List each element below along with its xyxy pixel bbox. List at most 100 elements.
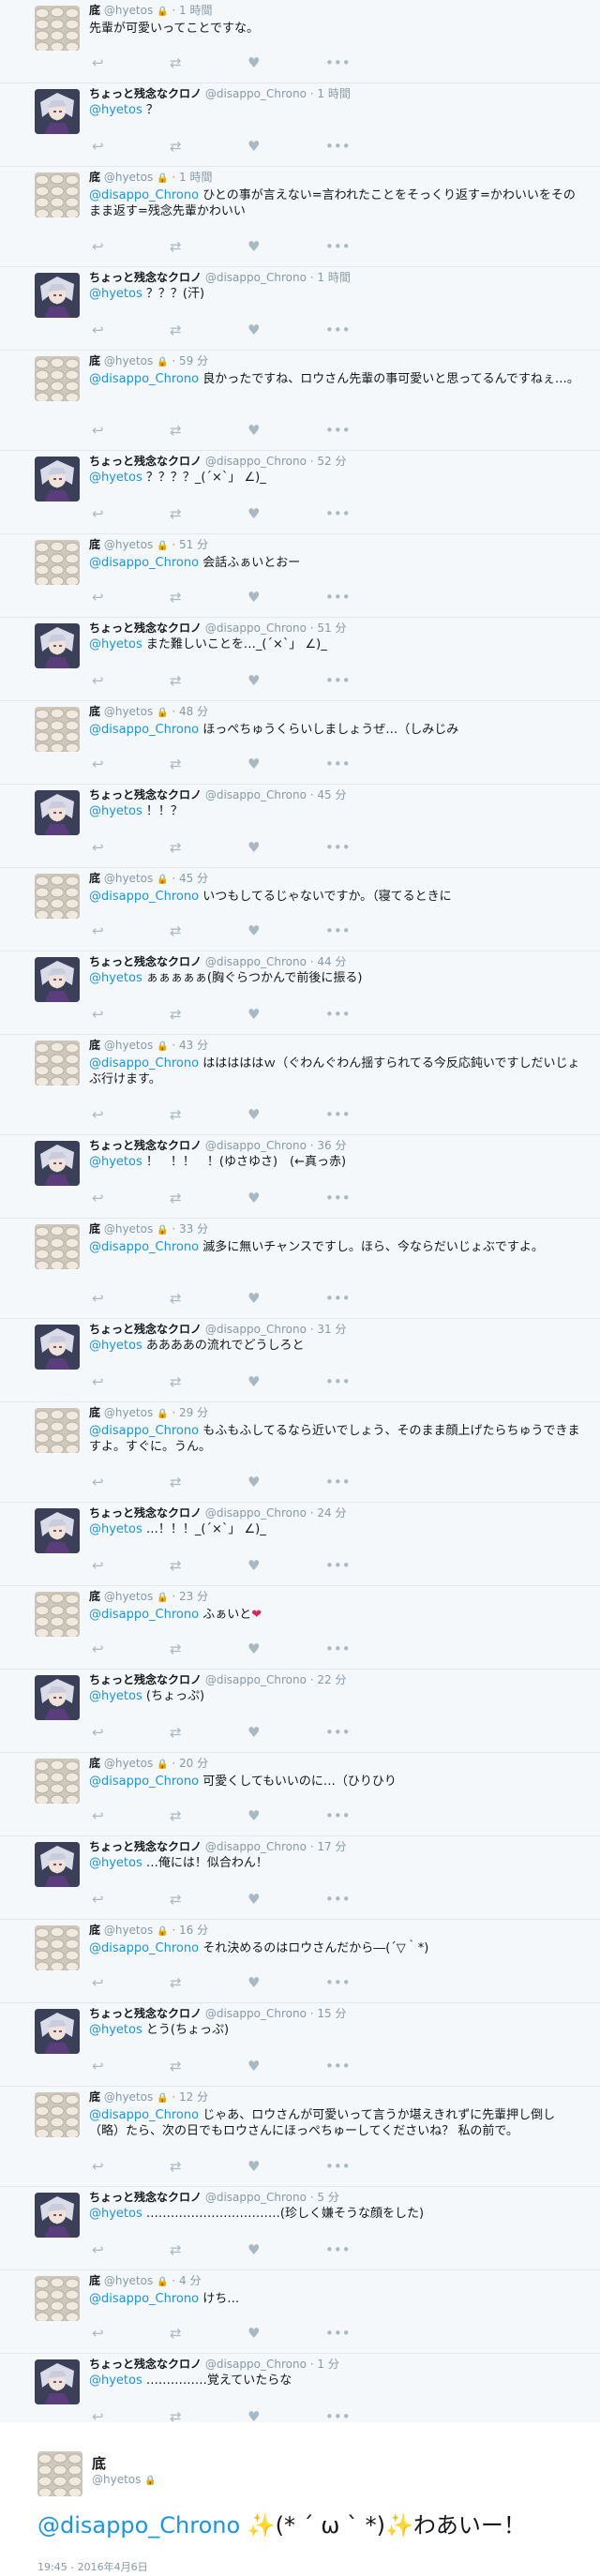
avatar[interactable] — [35, 172, 80, 217]
avatar[interactable] — [35, 6, 80, 51]
avatar[interactable] — [35, 2009, 80, 2054]
author-handle[interactable]: @disappo_Chrono — [205, 2191, 307, 2204]
avatar[interactable] — [35, 874, 80, 919]
author-name[interactable]: 底 — [89, 171, 100, 184]
more-icon[interactable]: ••• — [325, 505, 403, 522]
tweet-time[interactable]: 52 分 — [317, 455, 346, 468]
author-name[interactable]: ちょっと残念なクロノ — [89, 1139, 202, 1152]
tweet-time[interactable]: 1 時間 — [179, 171, 212, 184]
mention-link[interactable]: @hyetos — [89, 103, 142, 117]
retweet-icon[interactable]: ⇄ — [170, 839, 248, 856]
mention-link[interactable]: @hyetos — [89, 1522, 142, 1536]
more-icon[interactable]: ••• — [325, 1190, 403, 1206]
author-handle[interactable]: @disappo_Chrono — [205, 1673, 307, 1686]
tweet-timestamp[interactable]: 19:45 - 2016年4月6日 — [38, 2559, 148, 2574]
tweet-row[interactable]: ちょっと残念なクロノ @disappo_Chrono · 5 分 @hyetos … — [0, 2187, 600, 2270]
author-handle[interactable]: @hyetos — [104, 2274, 153, 2287]
author-name[interactable]: ちょっと残念なクロノ — [89, 2007, 202, 2020]
tweet-row[interactable]: 底 @hyetos 🔒 · 48 分 @disappo_Chrono ほっぺちゅう… — [0, 701, 600, 785]
reply-icon[interactable]: ↩ — [92, 1891, 170, 1908]
avatar[interactable] — [35, 790, 80, 835]
heart-icon[interactable]: ♥ — [248, 1290, 325, 1307]
author-handle[interactable]: @hyetos — [104, 705, 153, 718]
reply-icon[interactable]: ↩ — [92, 2241, 170, 2258]
retweet-icon[interactable]: ⇄ — [170, 1974, 248, 1991]
more-icon[interactable]: ••• — [325, 138, 403, 155]
retweet-icon[interactable]: ⇄ — [170, 1006, 248, 1023]
more-icon[interactable]: ••• — [325, 1891, 403, 1908]
avatar[interactable] — [35, 356, 80, 401]
more-icon[interactable]: ••• — [325, 1373, 403, 1390]
tweet-time[interactable]: 36 分 — [317, 1139, 346, 1152]
avatar[interactable] — [35, 1325, 80, 1370]
retweet-icon[interactable]: ⇄ — [170, 422, 248, 439]
author-name[interactable]: ちょっと残念なクロノ — [89, 1673, 202, 1686]
heart-icon[interactable]: ♥ — [248, 1373, 325, 1390]
author-handle[interactable]: @disappo_Chrono — [205, 271, 307, 284]
reply-icon[interactable]: ↩ — [92, 1373, 170, 1390]
avatar[interactable] — [35, 2092, 80, 2137]
retweet-icon[interactable]: ⇄ — [170, 138, 248, 155]
tweet-time[interactable]: 48 分 — [179, 705, 208, 718]
tweet-row[interactable]: ちょっと残念なクロノ @disappo_Chrono · 22 分 @hyetos… — [0, 1670, 600, 1753]
tweet-row[interactable]: 底 @hyetos 🔒 · 20 分 @disappo_Chrono 可愛くしても… — [0, 1753, 600, 1836]
more-icon[interactable]: ••• — [325, 756, 403, 772]
tweet-time[interactable]: 59 分 — [179, 354, 208, 367]
author-name[interactable]: ちょっと残念なクロノ — [89, 955, 202, 968]
tweet-time[interactable]: 23 分 — [179, 1590, 208, 1603]
heart-icon[interactable]: ♥ — [248, 2325, 325, 2342]
tweet-time[interactable]: 1 時間 — [179, 4, 212, 17]
author-name[interactable]: 底 — [89, 354, 100, 367]
tweet-row[interactable]: 底 @hyetos 🔒 · 59 分 @disappo_Chrono 良かったです… — [0, 351, 600, 451]
author-handle[interactable]: @hyetos — [92, 2473, 141, 2486]
tweet-time[interactable]: 31 分 — [317, 1323, 346, 1336]
avatar[interactable] — [35, 1041, 80, 1086]
tweet-time[interactable]: 12 分 — [179, 2090, 208, 2104]
reply-icon[interactable]: ↩ — [92, 2325, 170, 2342]
tweet-row[interactable]: ちょっと残念なクロノ @disappo_Chrono · 31 分 @hyetos… — [0, 1319, 600, 1402]
reply-icon[interactable]: ↩ — [92, 922, 170, 939]
heart-icon[interactable]: ♥ — [248, 1106, 325, 1123]
retweet-icon[interactable]: ⇄ — [170, 1106, 248, 1123]
heart-icon[interactable]: ♥ — [248, 2241, 325, 2258]
more-icon[interactable]: ••• — [325, 322, 403, 338]
avatar[interactable] — [35, 89, 80, 134]
author-name[interactable]: ちょっと残念なクロノ — [89, 622, 202, 635]
heart-icon[interactable]: ♥ — [248, 238, 325, 255]
tweet-time[interactable]: 51 分 — [179, 538, 208, 551]
reply-icon[interactable]: ↩ — [92, 322, 170, 338]
author-name[interactable]: ちょっと残念なクロノ — [89, 1323, 202, 1336]
tweet-time[interactable]: 16 分 — [179, 1924, 208, 1937]
more-icon[interactable]: ••• — [325, 1557, 403, 1574]
reply-icon[interactable]: ↩ — [92, 1474, 170, 1490]
tweet-row[interactable]: 底 @hyetos 🔒 · 12 分 @disappo_Chrono じゃあ、ロウ… — [0, 2087, 600, 2187]
retweet-icon[interactable]: ⇄ — [170, 1474, 248, 1490]
author-name[interactable]: ちょっと残念なクロノ — [89, 2191, 202, 2204]
author-name[interactable]: ちょっと残念なクロノ — [89, 271, 202, 284]
mention-link[interactable]: @disappo_Chrono — [38, 2512, 240, 2539]
avatar[interactable] — [35, 1675, 80, 1720]
mention-link[interactable]: @hyetos — [89, 1689, 142, 1703]
reply-icon[interactable]: ↩ — [92, 1724, 170, 1741]
author-name[interactable]: 底 — [89, 1590, 100, 1603]
heart-icon[interactable]: ♥ — [248, 1006, 325, 1023]
avatar[interactable] — [38, 2451, 82, 2496]
retweet-icon[interactable]: ⇄ — [170, 238, 248, 255]
mention-link[interactable]: @hyetos — [89, 2374, 142, 2388]
heart-icon[interactable]: ♥ — [248, 589, 325, 606]
mention-link[interactable]: @disappo_Chrono — [89, 1941, 199, 1955]
mention-link[interactable]: @hyetos — [89, 1155, 142, 1169]
tweet-row[interactable]: ちょっと残念なクロノ @disappo_Chrono · 36 分 @hyetos… — [0, 1135, 600, 1219]
author-handle[interactable]: @hyetos — [104, 1406, 153, 1419]
avatar[interactable] — [35, 2193, 80, 2238]
author-name[interactable]: 底 — [89, 2090, 100, 2104]
mention-link[interactable]: @hyetos — [89, 804, 142, 818]
author-handle[interactable]: @hyetos — [104, 2090, 153, 2104]
tweet-time[interactable]: 5 分 — [317, 2191, 338, 2204]
retweet-icon[interactable]: ⇄ — [170, 672, 248, 689]
more-icon[interactable]: ••• — [325, 1006, 403, 1023]
avatar[interactable] — [35, 1842, 80, 1887]
reply-icon[interactable]: ↩ — [92, 1290, 170, 1307]
author-name[interactable]: ちょっと残念なクロノ — [89, 455, 202, 468]
mention-link[interactable]: @disappo_Chrono — [89, 1240, 199, 1254]
